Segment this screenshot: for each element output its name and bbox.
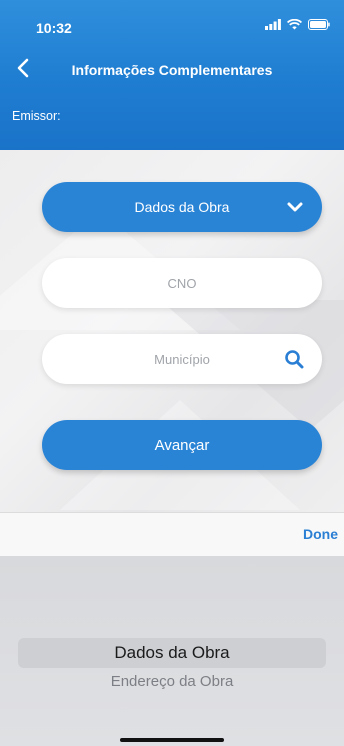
- page-title: Informações Complementares: [71, 62, 273, 78]
- status-icons: [265, 19, 330, 30]
- done-button[interactable]: Done: [303, 526, 338, 542]
- cno-placeholder: CNO: [167, 275, 197, 291]
- municipio-placeholder: Município: [154, 351, 210, 367]
- wifi-icon: [287, 19, 302, 30]
- home-indicator: [120, 738, 224, 742]
- dropdown-value: Dados da Obra: [134, 199, 230, 215]
- picker-option-selected[interactable]: Dados da Obra: [0, 643, 344, 663]
- search-icon[interactable]: [284, 349, 304, 369]
- picker-toolbar: Done: [0, 512, 344, 557]
- advance-label: Avançar: [154, 436, 210, 454]
- option-picker[interactable]: Dados da Obra Endereço da Obra: [0, 556, 344, 746]
- advance-button[interactable]: Avançar: [42, 420, 322, 470]
- signal-icon: [265, 19, 281, 30]
- navigation-bar: Informações Complementares: [0, 52, 344, 86]
- battery-icon: [308, 19, 330, 30]
- picker-option[interactable]: Endereço da Obra: [0, 673, 344, 690]
- emissor-bar: Emissor:: [0, 100, 344, 150]
- municipio-input[interactable]: Município: [42, 334, 322, 384]
- cno-input[interactable]: CNO: [42, 258, 322, 308]
- app-header: 10:32 Informações Complementares Emissor…: [0, 0, 344, 150]
- form-area: Dados da Obra CNO Município Avançar: [0, 150, 344, 512]
- emissor-label: Emissor:: [12, 109, 61, 123]
- status-bar: 10:32: [0, 0, 344, 44]
- status-time: 10:32: [36, 20, 72, 36]
- data-type-dropdown[interactable]: Dados da Obra: [42, 182, 322, 232]
- chevron-down-icon: [287, 202, 303, 212]
